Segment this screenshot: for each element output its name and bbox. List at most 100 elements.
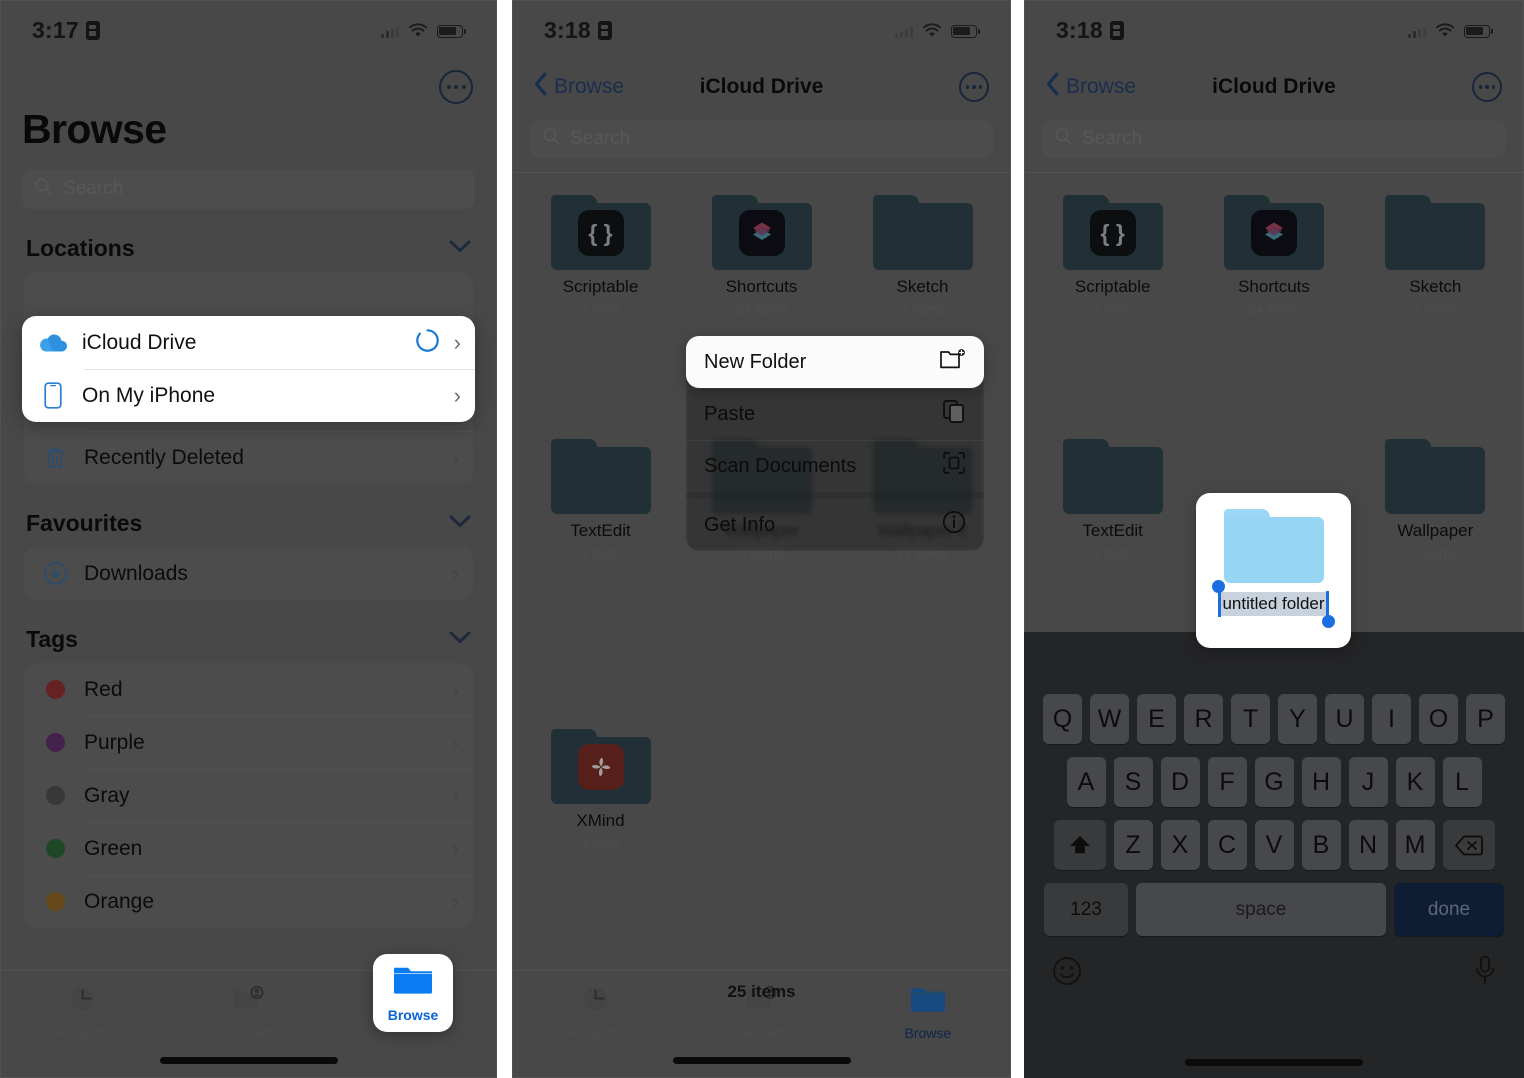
file-cell-textedit[interactable]: TextEdit 1 item (520, 439, 681, 561)
search-input-3[interactable]: Search (1042, 120, 1506, 158)
key-m[interactable]: M (1395, 820, 1435, 870)
status-bar-1: 3:17 (0, 0, 497, 60)
key-l[interactable]: L (1442, 757, 1482, 807)
file-cell-shortcuts[interactable]: Shortcuts 24 items (1193, 195, 1354, 317)
key-q[interactable]: Q (1043, 694, 1082, 744)
search-input-1[interactable]: Search (22, 169, 475, 209)
key-o[interactable]: O (1419, 694, 1458, 744)
location-row-icloud-drive[interactable]: iCloud Drive › (22, 316, 475, 369)
chevron-down-icon[interactable] (449, 631, 471, 649)
dot (972, 85, 976, 89)
file-name: Wallpaper (1397, 521, 1474, 540)
key-w[interactable]: W (1090, 694, 1129, 744)
key-j[interactable]: J (1348, 757, 1388, 807)
section-header-tags[interactable]: Tags (0, 600, 497, 663)
tag-row-gray[interactable]: Gray › (24, 769, 473, 822)
scriptable-app-icon: { } (577, 210, 624, 257)
file-cell-scriptable[interactable]: { } Scriptable 1 item (1032, 195, 1193, 317)
browse-body: Browse Search Locations Recently Deleted… (0, 60, 497, 1078)
back-button-3[interactable]: Browse (1046, 72, 1136, 102)
nav-bar-2: Browse iCloud Drive (512, 60, 1011, 114)
backspace-icon[interactable] (1442, 820, 1495, 870)
dimmed-content-1: Browse Search Locations Recently Deleted… (0, 60, 497, 1078)
location-row-on-my-iphone[interactable]: On My iPhone › (22, 369, 475, 422)
more-options-button-2[interactable] (959, 72, 989, 102)
selection-handle-start[interactable] (1212, 580, 1226, 593)
file-cell-wallpaper[interactable]: Wallpaper 0 items (1355, 439, 1516, 561)
context-menu-item-new-folder[interactable]: New Folder (686, 336, 984, 388)
folder-icon (1223, 195, 1324, 270)
file-cell-xmind[interactable]: XMind 1 item (520, 729, 681, 851)
key-p[interactable]: P (1466, 694, 1505, 744)
file-count: 1 item (1093, 545, 1132, 561)
tag-row-purple[interactable]: Purple › (24, 716, 473, 769)
clock-icon (69, 985, 96, 1017)
clock-text: 3:18 (544, 16, 591, 43)
microphone-icon[interactable] (1474, 955, 1496, 991)
key-y[interactable]: Y (1278, 694, 1317, 744)
chevron-down-icon[interactable] (449, 515, 471, 533)
key-c[interactable]: C (1207, 820, 1247, 870)
key-b[interactable]: B (1301, 820, 1341, 870)
xmind-app-icon (577, 744, 624, 791)
key-s[interactable]: S (1113, 757, 1153, 807)
key-i[interactable]: I (1372, 694, 1411, 744)
done-key[interactable]: done (1394, 883, 1504, 936)
chevron-down-icon[interactable] (449, 240, 471, 258)
folder-icon (550, 729, 651, 804)
key-h[interactable]: H (1301, 757, 1341, 807)
key-k[interactable]: K (1395, 757, 1435, 807)
search-input-2[interactable]: Search (530, 120, 993, 158)
context-menu-item-paste[interactable]: Paste (686, 388, 984, 440)
tab-recents[interactable]: Recents (0, 979, 166, 1040)
favourite-row-downloads[interactable]: Downloads › (24, 547, 473, 600)
file-cell-shortcuts[interactable]: Shortcuts 24 items (681, 195, 842, 317)
key-a[interactable]: A (1066, 757, 1106, 807)
tag-row-red[interactable]: Red › (24, 663, 473, 716)
key-z[interactable]: Z (1113, 820, 1153, 870)
file-cell-scriptable[interactable]: { } Scriptable 1 item (520, 195, 681, 317)
more-options-button-1[interactable] (439, 70, 473, 104)
keyboard-row-2: A S D F G H J K L (1024, 757, 1524, 807)
numbers-key[interactable]: 123 (1044, 883, 1128, 936)
selection-handle-end[interactable] (1321, 615, 1335, 628)
key-d[interactable]: D (1160, 757, 1200, 807)
highlighted-tab-browse[interactable]: Browse (373, 954, 453, 1032)
back-button-2[interactable]: Browse (534, 72, 624, 102)
key-x[interactable]: X (1160, 820, 1200, 870)
home-indicator-1 (159, 1057, 338, 1064)
section-header-locations[interactable]: Locations (0, 209, 497, 272)
status-indicators-1 (381, 22, 466, 38)
tab-shared[interactable]: Shared (166, 979, 332, 1040)
more-options-button-3[interactable] (1472, 72, 1502, 102)
key-g[interactable]: G (1254, 757, 1294, 807)
tag-row-orange[interactable]: Orange › (24, 875, 473, 928)
key-u[interactable]: U (1325, 694, 1364, 744)
file-cell-sketch[interactable]: Sketch 2 items (1355, 195, 1516, 317)
file-cell-textedit[interactable]: TextEdit 1 item (1032, 439, 1193, 561)
key-e[interactable]: E (1137, 694, 1176, 744)
battery-icon (437, 24, 466, 38)
location-label: On My iPhone (82, 383, 216, 407)
folder-name-value: untitled folder (1222, 594, 1325, 613)
space-key[interactable]: space (1136, 883, 1386, 936)
key-f[interactable]: F (1207, 757, 1247, 807)
emoji-icon[interactable] (1052, 956, 1082, 991)
context-menu-item-scan-documents[interactable]: Scan Documents (686, 440, 984, 492)
shortcuts-app-icon (1250, 210, 1297, 257)
key-t[interactable]: T (1231, 694, 1270, 744)
tags-card: Red › Purple › Gray › Green › Orange › (24, 663, 473, 928)
key-n[interactable]: N (1348, 820, 1388, 870)
file-count: 1 item (1093, 301, 1132, 317)
section-header-favourites[interactable]: Favourites (0, 484, 497, 547)
dot (1478, 85, 1483, 89)
location-row-recently-deleted[interactable]: Recently Deleted › (24, 431, 473, 484)
key-r[interactable]: R (1184, 694, 1223, 744)
folder-name-input[interactable]: untitled folder (1212, 580, 1335, 628)
file-cell-sketch[interactable]: Sketch 2 items (842, 195, 1003, 317)
context-menu-item-get-info[interactable]: Get Info (686, 499, 984, 551)
file-name: Sketch (896, 277, 949, 296)
key-v[interactable]: V (1254, 820, 1294, 870)
shift-up-icon[interactable] (1053, 820, 1106, 870)
tag-row-green[interactable]: Green › (24, 822, 473, 875)
